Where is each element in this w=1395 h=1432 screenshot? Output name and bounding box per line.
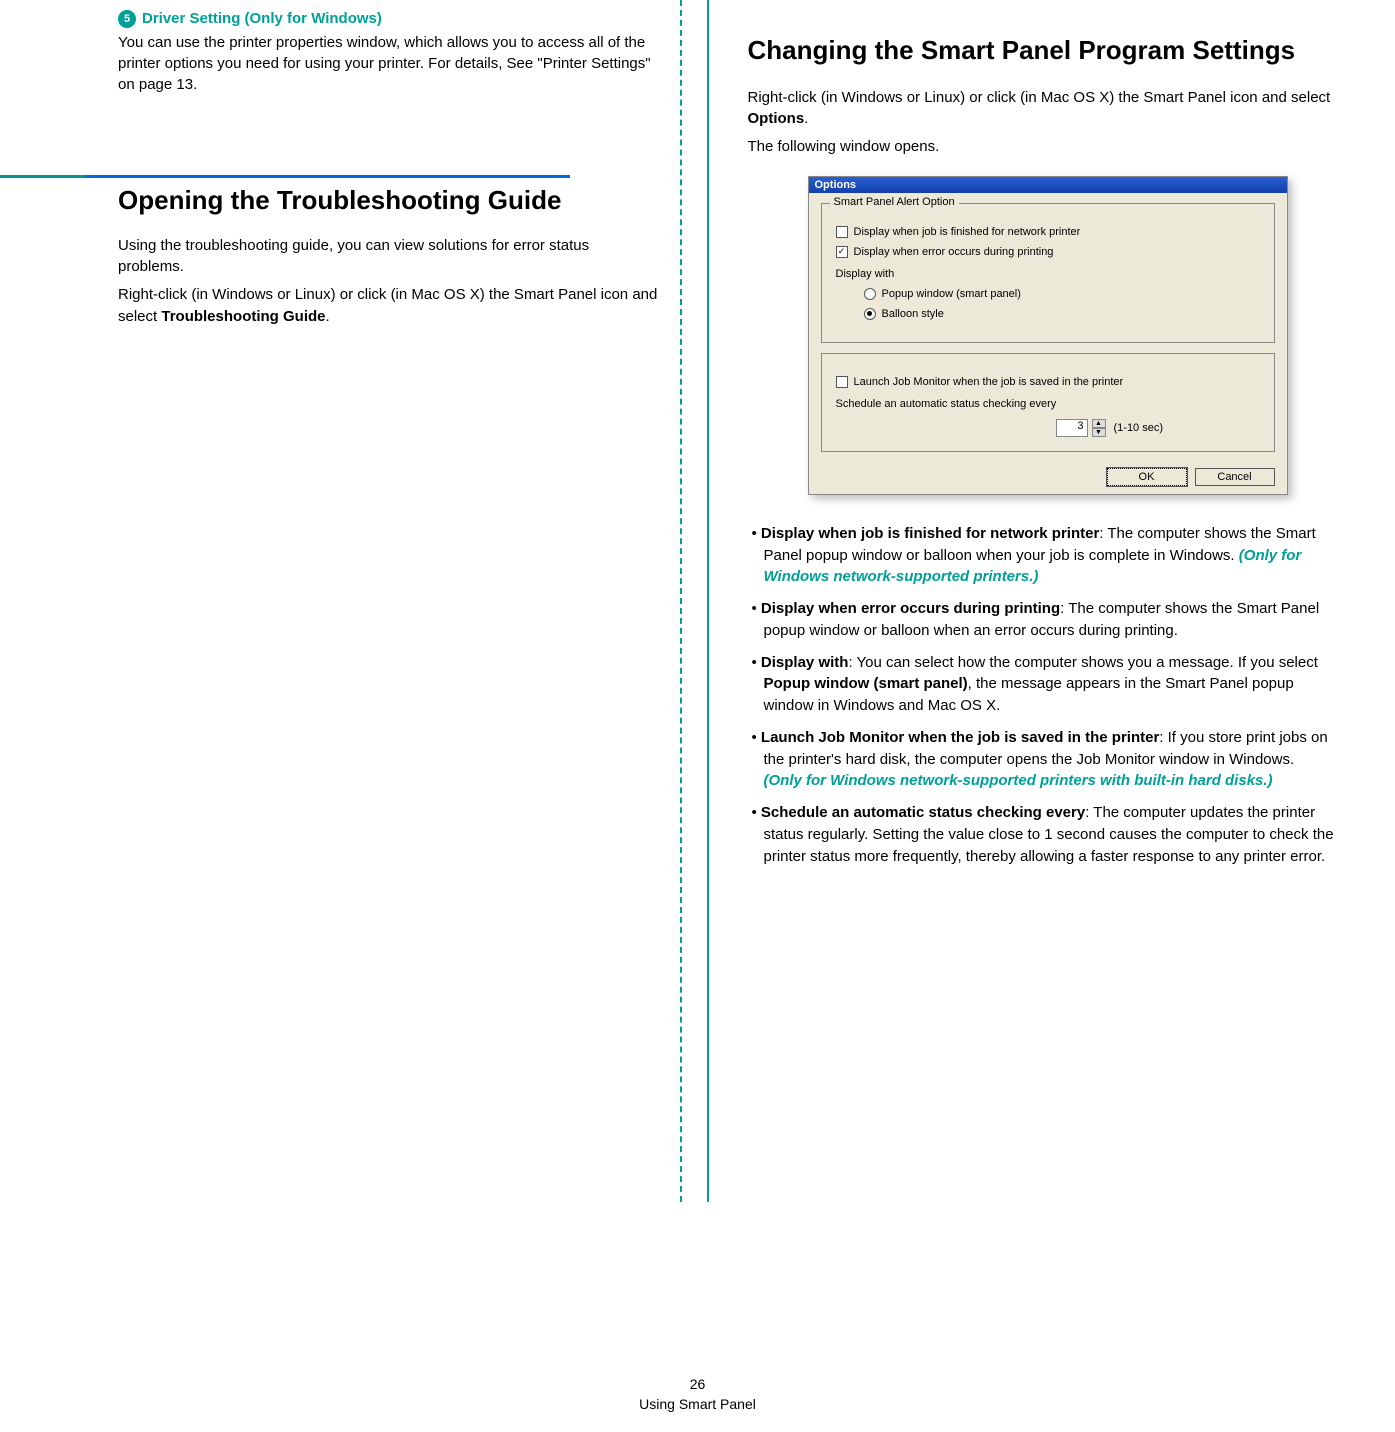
display-with-label: Display with (836, 268, 1260, 280)
driver-setting-body: You can use the printer properties windo… (118, 32, 658, 95)
chk1-label: Display when job is finished for network… (854, 226, 1081, 238)
page-footer: 26 Using Smart Panel (0, 1376, 1395, 1412)
intro-pre: Right-click (in Windows or Linux) or cli… (748, 89, 1331, 106)
chk2-label: Display when error occurs during printin… (854, 246, 1054, 258)
alert-option-group: Smart Panel Alert Option Display when jo… (821, 203, 1275, 343)
para2-post: . (326, 308, 330, 325)
troubleshooting-para1: Using the troubleshooting guide, you can… (118, 235, 658, 279)
intro-bold: Options (748, 110, 805, 127)
dialog-button-row: OK Cancel (821, 462, 1275, 486)
group-legend: Smart Panel Alert Option (830, 196, 959, 208)
troubleshooting-para2: Right-click (in Windows or Linux) or cli… (118, 284, 658, 328)
column-divider-icon (680, 0, 682, 1202)
right-column: Changing the Smart Panel Program Setting… (698, 0, 1395, 1432)
bullet-body: : You can select how the computer shows … (848, 654, 1317, 671)
radio-row-popup: Popup window (smart panel) (864, 288, 1260, 300)
list-item: Display with: You can select how the com… (748, 652, 1336, 717)
checkbox-icon[interactable] (836, 226, 848, 238)
list-item: Display when job is finished for network… (748, 523, 1336, 588)
bullet-inline-bold: Popup window (smart panel) (764, 675, 968, 692)
bullet-lead: Display when error occurs during printin… (761, 600, 1060, 617)
changing-settings-heading: Changing the Smart Panel Program Setting… (748, 34, 1336, 67)
bullet-number-icon: 5 (118, 10, 136, 28)
section-rule-icon (0, 175, 570, 178)
spin-input[interactable]: 3 (1056, 419, 1088, 437)
radio-dot-icon (867, 311, 872, 316)
bullet-lead: Display with (761, 654, 849, 671)
list-item: Launch Job Monitor when the job is saved… (748, 727, 1336, 792)
intro-para2: The following window opens. (748, 136, 1336, 158)
bullet-note: (Only for Windows network-supported prin… (764, 772, 1273, 789)
intro-para: Right-click (in Windows or Linux) or cli… (748, 87, 1336, 131)
dialog-body: Smart Panel Alert Option Display when jo… (809, 193, 1287, 494)
radio-icon[interactable] (864, 308, 876, 320)
spin-buttons: ▲ ▼ (1092, 419, 1106, 437)
list-item: Display when error occurs during printin… (748, 598, 1336, 642)
bullet-heading-text: Driver Setting (Only for Windows) (142, 10, 382, 27)
bullet-lead: Launch Job Monitor when the job is saved… (761, 729, 1159, 746)
chk3-label: Launch Job Monitor when the job is saved… (854, 376, 1124, 388)
spin-up-icon[interactable]: ▲ (1092, 419, 1106, 428)
driver-setting-heading: 5 Driver Setting (Only for Windows) (118, 10, 658, 28)
page-number: 26 (0, 1376, 1395, 1392)
checkbox-icon[interactable]: ✓ (836, 246, 848, 258)
checkbox-icon[interactable] (836, 376, 848, 388)
intro-post: . (804, 110, 808, 127)
troubleshooting-heading: Opening the Troubleshooting Guide (0, 184, 658, 217)
bullet-lead: Schedule an automatic status checking ev… (761, 804, 1085, 821)
spin-down-icon[interactable]: ▼ (1092, 428, 1106, 437)
chk-row-network-printer: Display when job is finished for network… (836, 226, 1260, 238)
radio-row-balloon: Balloon style (864, 308, 1260, 320)
schedule-spinner: 3 ▲ ▼ (1-10 sec) (1056, 419, 1164, 437)
options-dialog: Options Smart Panel Alert Option Display… (808, 176, 1288, 495)
bullet-list: Display when job is finished for network… (748, 523, 1336, 868)
chk-row-error: ✓ Display when error occurs during print… (836, 246, 1260, 258)
spin-range: (1-10 sec) (1114, 422, 1164, 434)
radio-group: Popup window (smart panel) Balloon style (836, 288, 1260, 320)
left-column: 5 Driver Setting (Only for Windows) You c… (0, 0, 698, 1432)
cancel-button[interactable]: Cancel (1195, 468, 1275, 486)
radio-icon[interactable] (864, 288, 876, 300)
schedule-label: Schedule an automatic status checking ev… (836, 398, 1260, 410)
para2-bold: Troubleshooting Guide (161, 308, 325, 325)
page: 5 Driver Setting (Only for Windows) You c… (0, 0, 1395, 1432)
schedule-group: Launch Job Monitor when the job is saved… (821, 353, 1275, 452)
radio1-label: Popup window (smart panel) (882, 288, 1021, 300)
footer-title: Using Smart Panel (639, 1396, 756, 1412)
radio2-label: Balloon style (882, 308, 944, 320)
list-item: Schedule an automatic status checking ev… (748, 802, 1336, 867)
ok-button[interactable]: OK (1107, 468, 1187, 486)
dialog-title-bar: Options (809, 177, 1287, 193)
bullet-lead: Display when job is finished for network… (761, 525, 1099, 542)
chk-row-job-monitor: Launch Job Monitor when the job is saved… (836, 376, 1260, 388)
section-heading-wrap: Opening the Troubleshooting Guide (0, 175, 658, 217)
